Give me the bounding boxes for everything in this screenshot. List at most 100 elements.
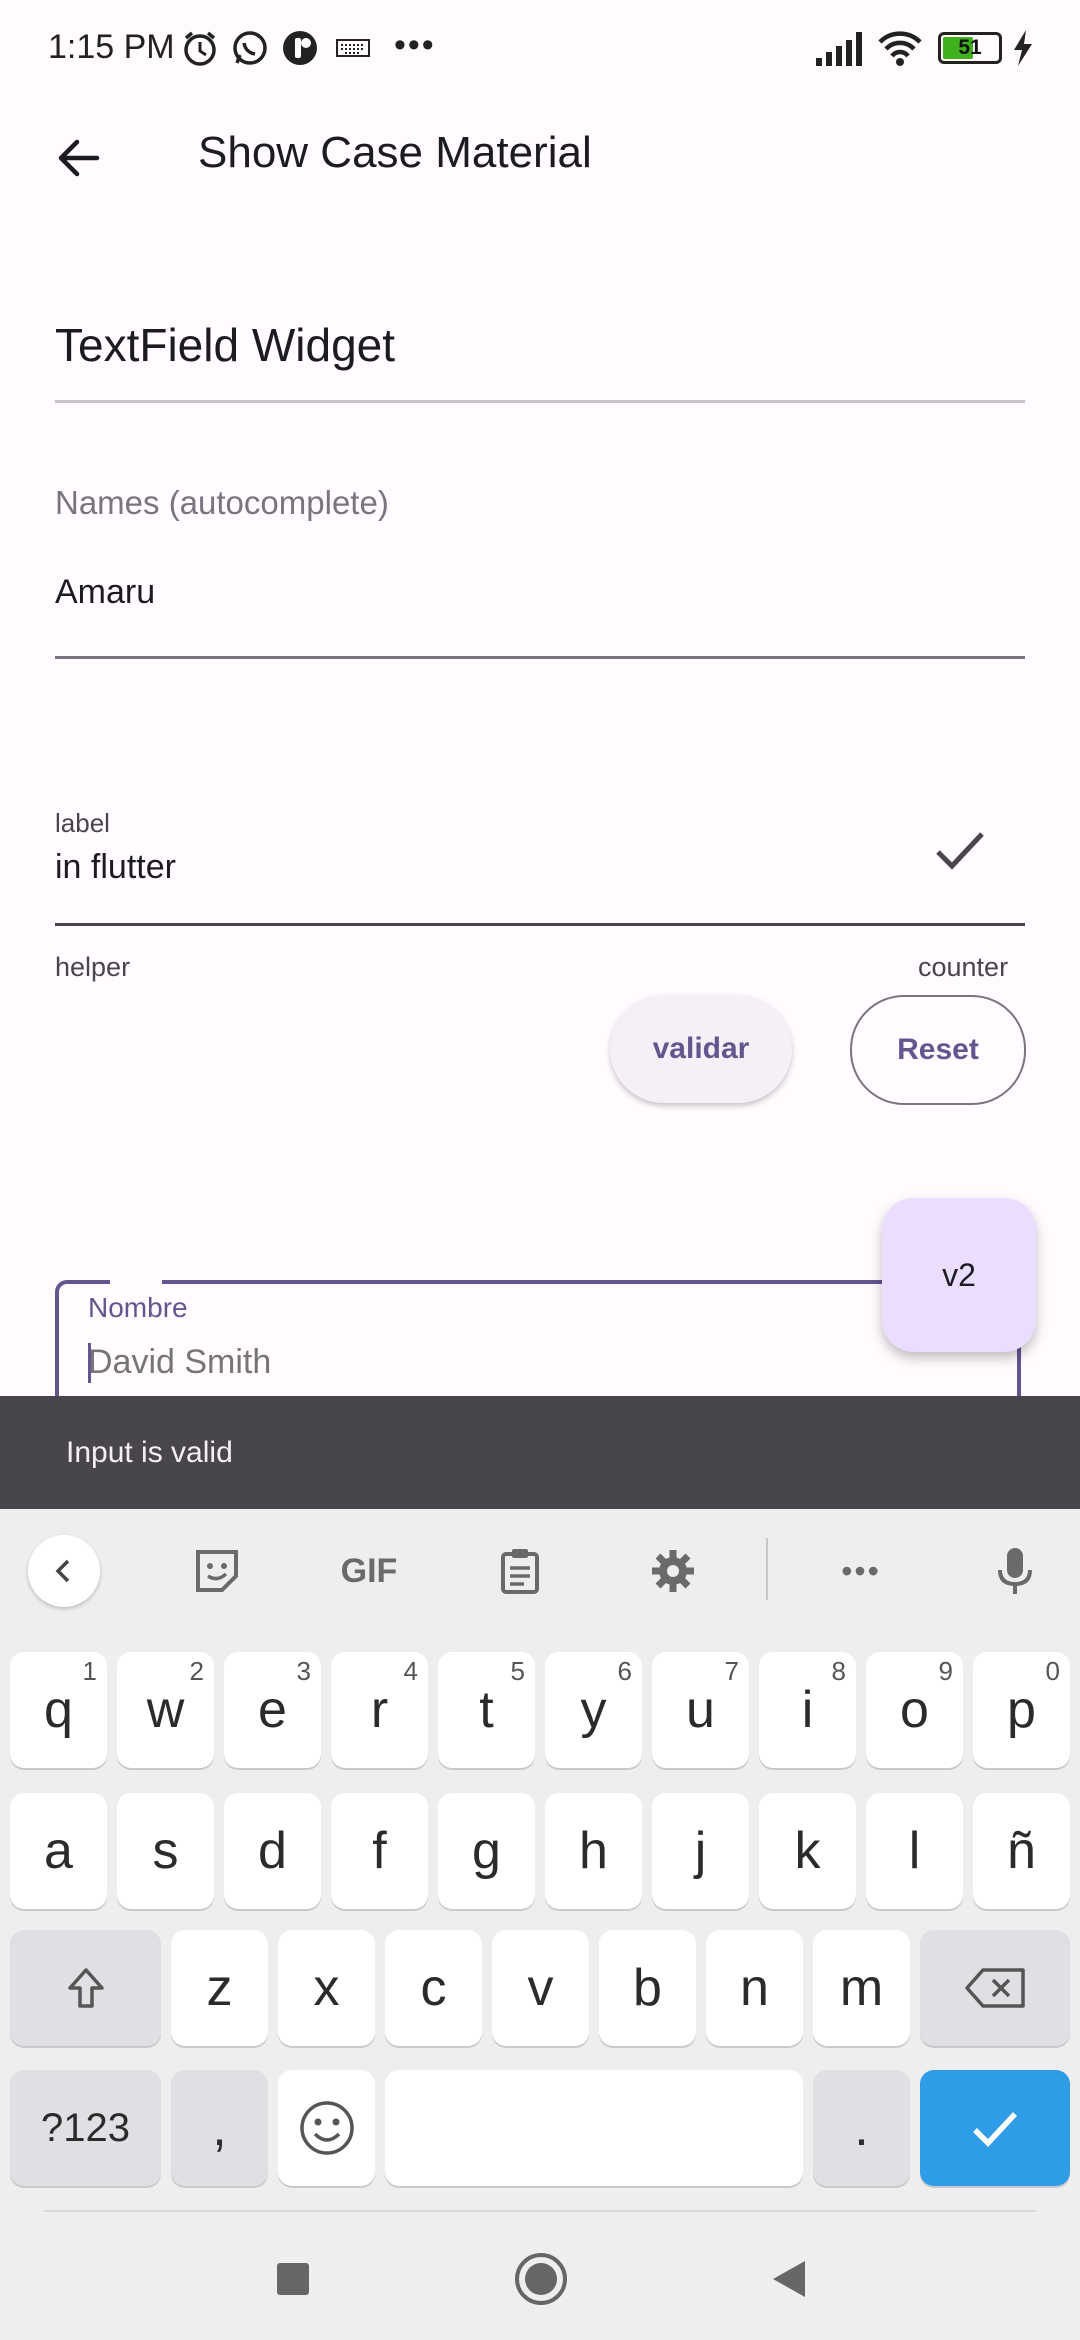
key-l[interactable]: l: [866, 1793, 963, 1909]
key-label: y: [580, 1681, 607, 1739]
text-cursor: [88, 1343, 91, 1383]
more-icon[interactable]: •••: [826, 1536, 896, 1606]
page-title: Show Case Material: [198, 128, 592, 177]
key-c[interactable]: c: [385, 1930, 482, 2046]
key-hint: 6: [617, 1656, 632, 1686]
key-label: i: [801, 1681, 814, 1739]
check-icon: [936, 832, 984, 870]
enter-key[interactable]: [920, 2070, 1070, 2186]
sticker-button[interactable]: [182, 1536, 252, 1606]
symbols-key[interactable]: ?123: [10, 2070, 161, 2186]
key-e[interactable]: e3: [224, 1652, 321, 1768]
emoji-key[interactable]: [278, 2070, 375, 2186]
key-i[interactable]: i8: [759, 1652, 856, 1768]
gear-icon: [652, 1550, 694, 1592]
key-b[interactable]: b: [599, 1930, 696, 2046]
app-notification-icon: [283, 31, 317, 65]
names-field-underline: [55, 656, 1025, 659]
key-hint: 2: [189, 1656, 204, 1686]
nombre-label-notch: [110, 1275, 162, 1287]
key-w[interactable]: w2: [117, 1652, 214, 1768]
key-o[interactable]: o9: [866, 1652, 963, 1768]
clipboard-icon: [501, 1549, 539, 1594]
key-j[interactable]: j: [652, 1793, 749, 1909]
back-triangle-icon: [773, 2261, 805, 2297]
key-t[interactable]: t5: [438, 1652, 535, 1768]
chevron-left-icon: [55, 1559, 70, 1583]
divider: [55, 400, 1025, 403]
toolbar-separator: [766, 1538, 768, 1600]
names-autocomplete-field[interactable]: Amaru: [55, 573, 155, 612]
key-n-tilde[interactable]: ñ: [973, 1793, 1070, 1909]
key-hint: 7: [724, 1656, 739, 1686]
validated-field-label: label: [55, 808, 110, 838]
validated-field-underline: [55, 923, 1025, 926]
key-hint: 1: [82, 1656, 97, 1686]
sticker-icon: [196, 1550, 238, 1592]
key-hint: 8: [831, 1656, 846, 1686]
key-d[interactable]: d: [224, 1793, 321, 1909]
key-hint: 0: [1045, 1656, 1060, 1686]
key-m[interactable]: m: [813, 1930, 910, 2046]
key-label: q: [44, 1681, 73, 1739]
emoji-icon: [299, 2101, 354, 2155]
period-key[interactable]: .: [813, 2070, 910, 2186]
key-a[interactable]: a: [10, 1793, 107, 1909]
key-label: p: [1007, 1681, 1036, 1739]
helper-text: helper: [55, 952, 131, 982]
voice-input-button[interactable]: [980, 1536, 1050, 1606]
backspace-icon: [965, 1968, 1025, 2008]
shift-key[interactable]: [10, 1930, 161, 2046]
key-label: u: [686, 1681, 715, 1739]
back-nav-button[interactable]: [754, 2244, 824, 2314]
recents-button[interactable]: [258, 2244, 328, 2314]
backspace-key[interactable]: [920, 1930, 1070, 2046]
counter-text: counter: [918, 952, 1009, 982]
arrow-back-icon: [58, 139, 100, 177]
toolbar-collapse-button[interactable]: [28, 1535, 100, 1607]
keyboard-icon: [336, 39, 370, 57]
settings-button[interactable]: [638, 1536, 708, 1606]
key-z[interactable]: z: [171, 1930, 268, 2046]
keyboard: [0, 1509, 1080, 2340]
key-hint: 9: [938, 1656, 953, 1686]
wifi-icon: [878, 31, 922, 66]
more-notifications-icon: •••: [394, 26, 436, 64]
key-n[interactable]: n: [706, 1930, 803, 2046]
check-icon: [973, 2112, 1018, 2147]
key-k[interactable]: k: [759, 1793, 856, 1909]
shift-icon: [67, 1968, 104, 2008]
key-s[interactable]: s: [117, 1793, 214, 1909]
charging-icon: [1014, 30, 1032, 66]
home-button[interactable]: [506, 2244, 576, 2314]
key-h[interactable]: h: [545, 1793, 642, 1909]
key-p[interactable]: p0: [973, 1652, 1070, 1768]
home-icon: [515, 2253, 567, 2305]
key-y[interactable]: y6: [545, 1652, 642, 1768]
clipboard-button[interactable]: [485, 1536, 555, 1606]
key-q[interactable]: q1: [10, 1652, 107, 1768]
nombre-input[interactable]: [88, 1343, 868, 1382]
key-label: r: [370, 1681, 389, 1739]
comma-key[interactable]: ,: [171, 2070, 268, 2186]
section-title: TextField Widget: [55, 319, 396, 371]
whatsapp-icon: [233, 31, 267, 65]
key-r[interactable]: r4: [331, 1652, 428, 1768]
validated-text-field[interactable]: in flutter: [55, 848, 176, 887]
key-v[interactable]: v: [492, 1930, 589, 2046]
key-label: o: [900, 1681, 929, 1739]
microphone-icon: [998, 1548, 1032, 1594]
gif-button[interactable]: GIF: [333, 1536, 405, 1606]
key-u[interactable]: u7: [652, 1652, 749, 1768]
key-x[interactable]: x: [278, 1930, 375, 2046]
back-button[interactable]: [40, 120, 116, 196]
key-f[interactable]: f: [331, 1793, 428, 1909]
space-key[interactable]: [385, 2070, 803, 2186]
validate-button[interactable]: validar: [610, 995, 792, 1103]
signal-icon: [816, 32, 862, 66]
reset-button[interactable]: Reset: [850, 995, 1026, 1105]
v2-fab-button[interactable]: v2: [882, 1198, 1036, 1352]
battery-level: 51: [958, 36, 982, 59]
key-g[interactable]: g: [438, 1793, 535, 1909]
key-hint: 5: [510, 1656, 525, 1686]
